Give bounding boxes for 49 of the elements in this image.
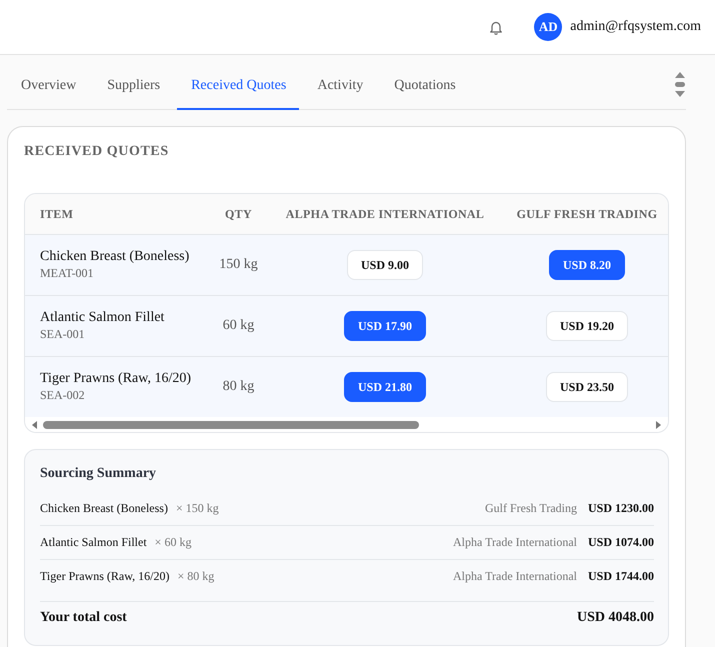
summary-quantity: × 80 kg — [177, 569, 214, 584]
user-email: admin@rfqsystem.com — [570, 19, 701, 35]
summary-cost: USD 1744.00 — [588, 569, 654, 584]
notification-bell-icon[interactable] — [489, 20, 504, 34]
summary-title: Sourcing Summary — [40, 466, 158, 482]
tab[interactable]: Quotations — [380, 64, 469, 110]
item-code: MEAT-001 — [40, 266, 95, 281]
quote-price-button[interactable]: USD 19.20 — [546, 311, 628, 341]
tab[interactable]: Overview — [7, 64, 90, 110]
summary-supplier: Alpha Trade International — [453, 535, 577, 550]
quote-price-button[interactable]: USD 21.80 — [344, 372, 426, 402]
quote-price-button[interactable]: USD 9.00 — [346, 250, 423, 280]
summary-supplier: Gulf Fresh Trading — [484, 501, 577, 516]
user-avatar[interactable]: AD — [534, 13, 562, 41]
column-header: QTY — [225, 206, 252, 222]
quote-price-button[interactable]: USD 17.90 — [344, 311, 426, 341]
total-value: USD 4048.00 — [576, 610, 654, 626]
column-header: ALPHA TRADE INTERNATIONAL — [286, 206, 484, 222]
item-name: Chicken Breast (Boneless) — [40, 249, 190, 265]
scroll-right-icon[interactable] — [656, 420, 661, 428]
summary-supplier: Alpha Trade International — [453, 569, 577, 584]
quantity-cell: 80 kg — [222, 379, 254, 395]
scrollbar-thumb[interactable] — [675, 82, 685, 87]
section-title: RECEIVED QUOTES — [24, 144, 170, 160]
summary-quantity: × 150 kg — [176, 501, 219, 516]
tab[interactable]: Activity — [303, 64, 376, 110]
quantity-cell: 150 kg — [219, 257, 258, 273]
scroll-left-icon[interactable] — [32, 420, 37, 428]
summary-item-name: Tiger Prawns (Raw, 16/20) — [40, 569, 170, 584]
item-name: Tiger Prawns (Raw, 16/20) — [40, 371, 192, 387]
item-name: Atlantic Salmon Fillet — [40, 310, 166, 326]
quote-price-button[interactable]: USD 8.20 — [548, 250, 625, 280]
summary-quantity: × 60 kg — [154, 535, 192, 550]
scroll-down-icon[interactable] — [675, 91, 685, 97]
column-header: GULF FRESH TRADING — [516, 206, 658, 222]
summary-cost: USD 1230.00 — [588, 501, 654, 516]
item-code: SEA-001 — [40, 327, 86, 342]
tab[interactable]: Suppliers — [93, 64, 174, 110]
scrollbar-thumb[interactable] — [43, 420, 420, 428]
quantity-cell: 60 kg — [222, 318, 254, 334]
scroll-up-icon[interactable] — [675, 72, 685, 78]
summary-item-name: Chicken Breast (Boneless) — [40, 501, 168, 516]
summary-item-name: Atlantic Salmon Fillet — [40, 535, 147, 550]
quote-price-button[interactable]: USD 23.50 — [546, 372, 628, 402]
total-label: Your total cost — [40, 610, 127, 626]
summary-cost: USD 1074.00 — [588, 535, 654, 550]
item-code: SEA-002 — [40, 388, 86, 403]
tab[interactable]: Received Quotes — [177, 64, 300, 110]
column-header: ITEM — [39, 206, 74, 222]
